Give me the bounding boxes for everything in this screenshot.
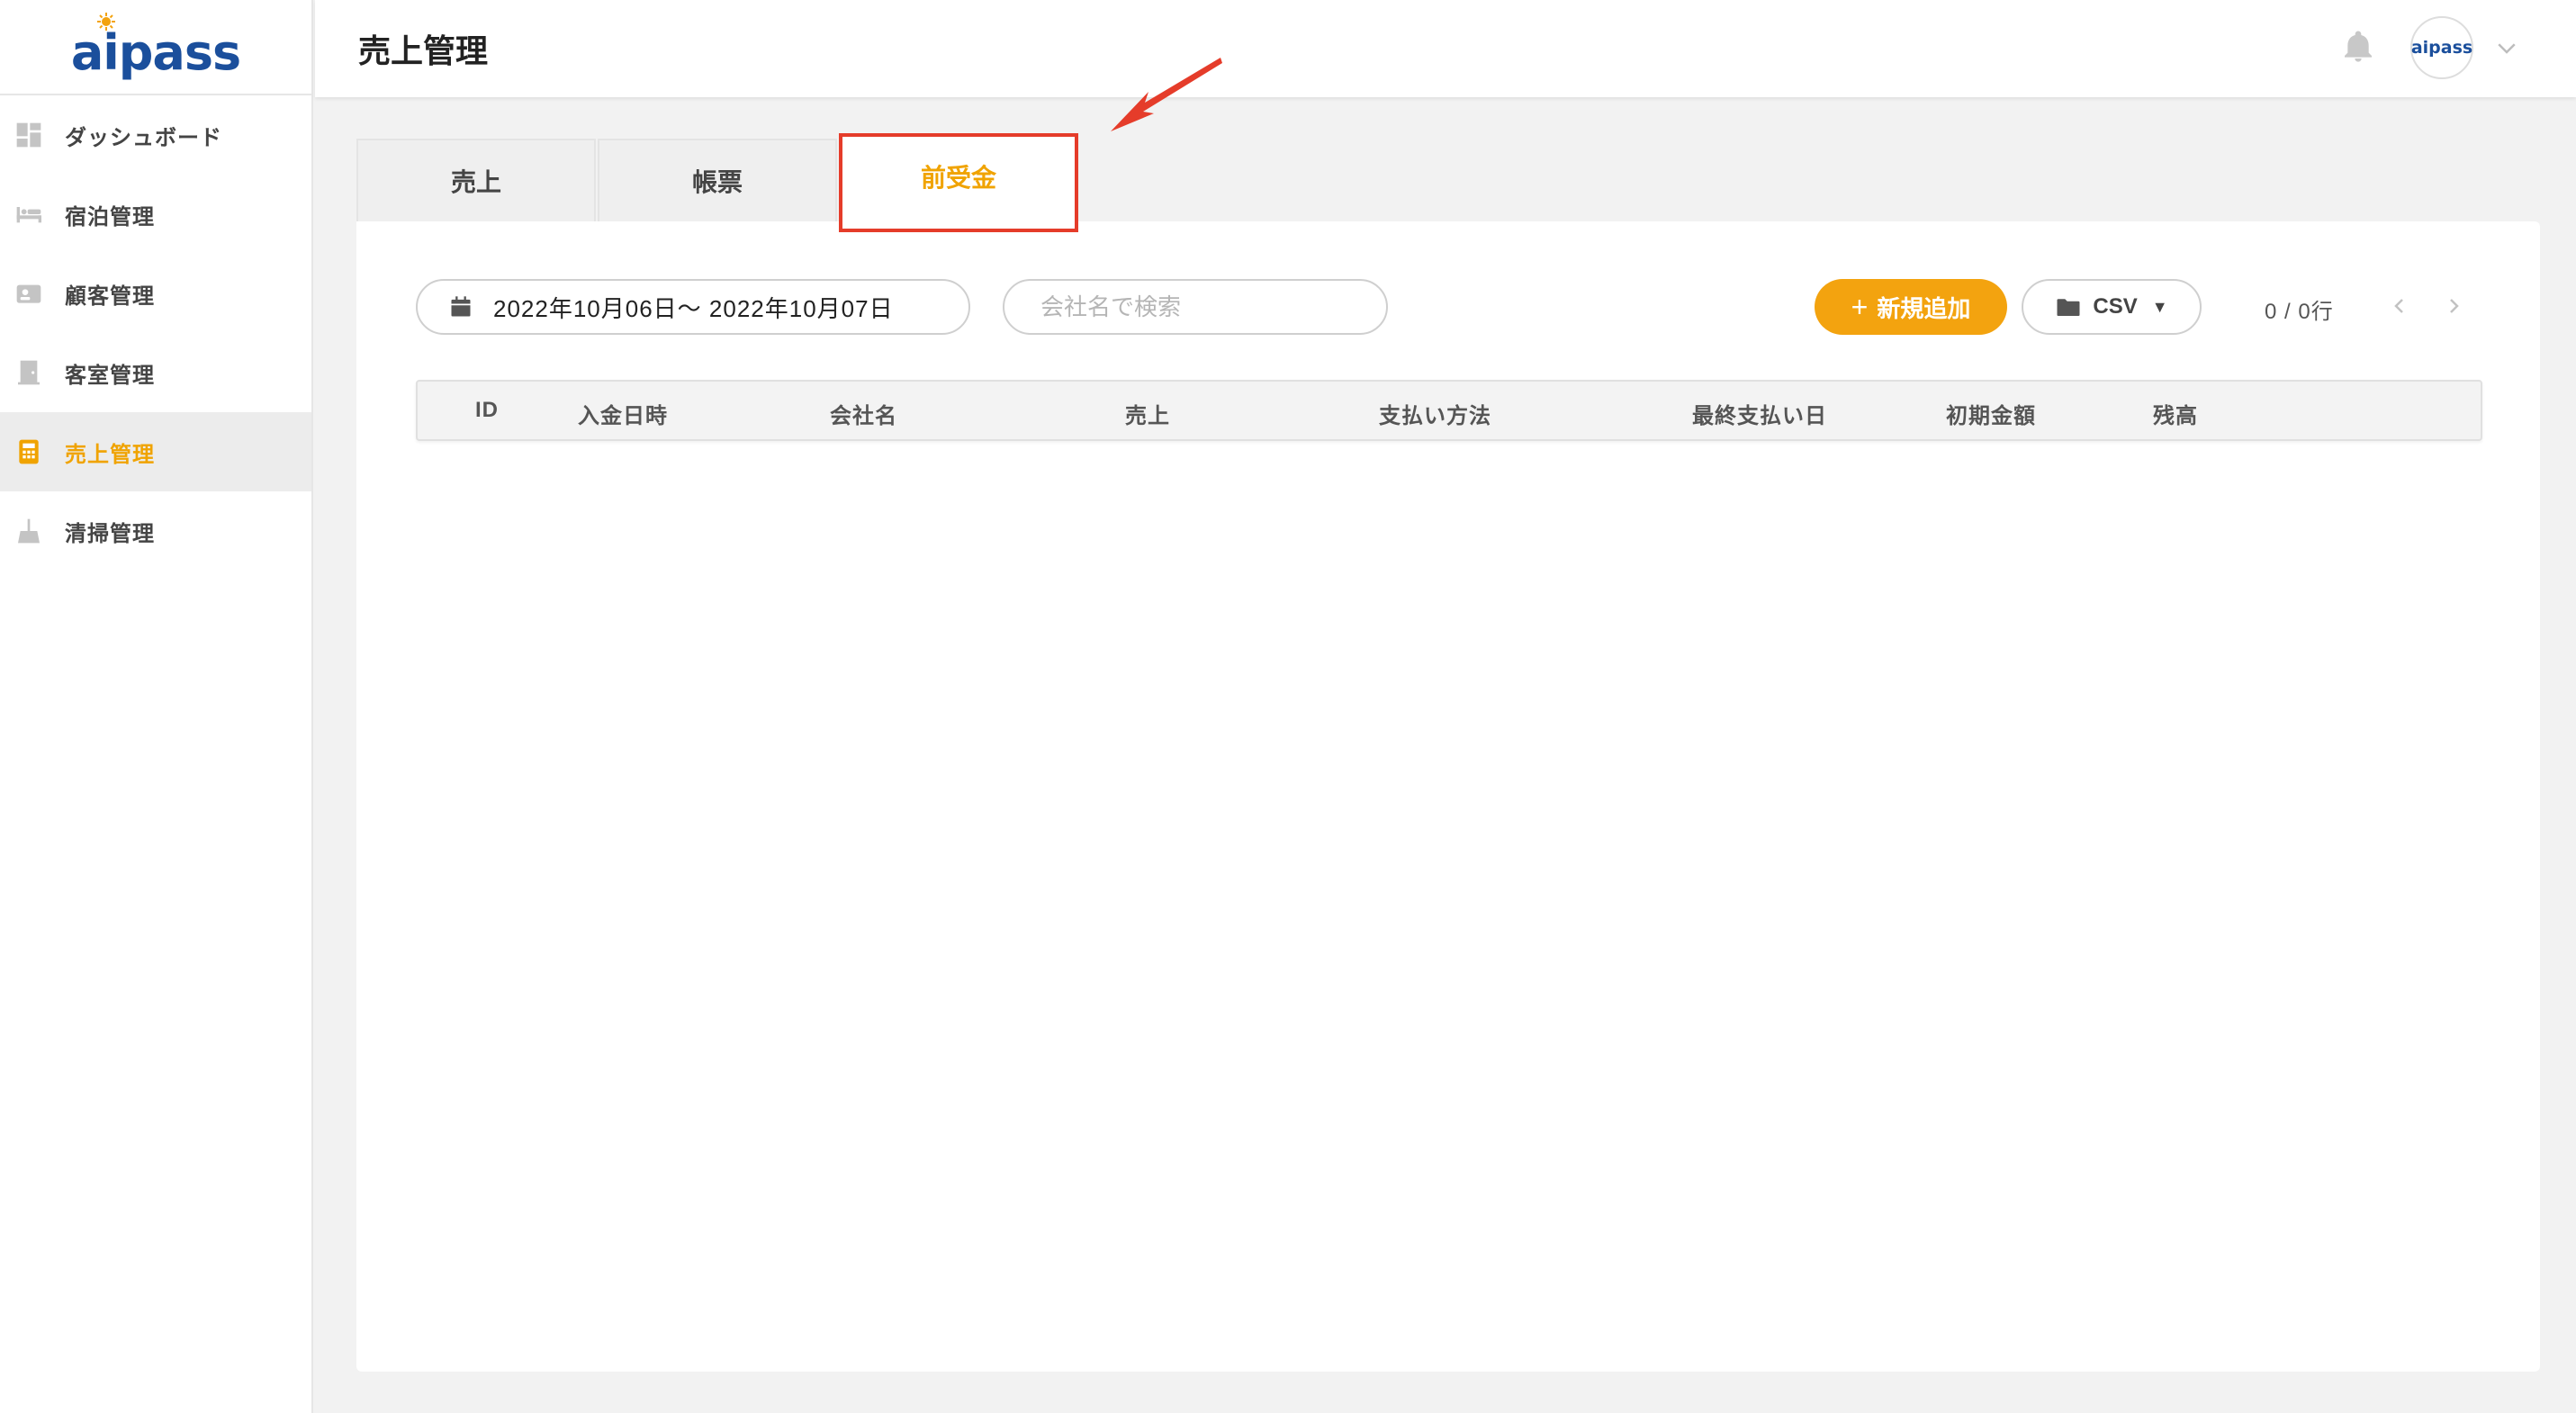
sidebar-item-label: 宿泊管理 bbox=[65, 204, 155, 230]
column-header-company[interactable]: 会社名 bbox=[830, 398, 897, 429]
column-header-last-payment-date[interactable]: 最終支払い日 bbox=[1692, 398, 1827, 429]
logo-text: aipass bbox=[70, 23, 241, 81]
next-page-button[interactable] bbox=[2437, 290, 2470, 322]
sidebar-item-lodging[interactable]: 宿泊管理 bbox=[0, 175, 311, 254]
column-header-id[interactable]: ID bbox=[475, 398, 499, 423]
column-header-initial-amount[interactable]: 初期金額 bbox=[1946, 398, 2036, 429]
content-card: 2022年10月06日～ 2022年10月07日 + 新規追加 CSV ▼ 0 … bbox=[356, 221, 2540, 1372]
caret-down-icon: ▼ bbox=[2151, 297, 2168, 316]
tab-sales[interactable]: 売上 bbox=[356, 139, 596, 221]
sidebar-item-label: 清掃管理 bbox=[65, 521, 155, 546]
row-count: 0 / 0行 bbox=[2265, 300, 2334, 324]
bed-icon bbox=[14, 200, 43, 229]
plus-icon: + bbox=[1851, 290, 1869, 323]
contact-card-icon bbox=[14, 279, 43, 308]
column-header-sales[interactable]: 売上 bbox=[1125, 398, 1170, 429]
annotation-arrow-icon bbox=[1111, 58, 1222, 131]
broom-icon bbox=[14, 517, 43, 545]
sidebar-item-sales[interactable]: 売上管理 bbox=[0, 412, 311, 491]
bell-icon[interactable] bbox=[2340, 29, 2376, 65]
sidebar-item-rooms[interactable]: 客室管理 bbox=[0, 333, 311, 412]
calculator-icon bbox=[14, 437, 43, 466]
column-header-payment-date[interactable]: 入金日時 bbox=[578, 398, 668, 429]
sidebar-item-customers[interactable]: 顧客管理 bbox=[0, 254, 311, 333]
chevron-down-icon[interactable] bbox=[2493, 34, 2520, 61]
chevron-left-icon bbox=[2394, 299, 2403, 313]
add-new-button[interactable]: + 新規追加 bbox=[1815, 279, 2007, 335]
logo[interactable]: aipass bbox=[0, 0, 311, 95]
sidebar-item-label: ダッシュボード bbox=[65, 125, 222, 150]
company-search-input[interactable] bbox=[1003, 279, 1388, 335]
page-title: 売上管理 bbox=[358, 32, 489, 69]
sidebar-nav: ダッシュボード 宿泊管理 顧客管理 客室管理 売上管理 清掃管理 bbox=[0, 95, 311, 571]
column-header-balance[interactable]: 残高 bbox=[2153, 398, 2198, 429]
csv-label: CSV bbox=[2093, 294, 2138, 319]
date-range-picker[interactable]: 2022年10月06日～ 2022年10月07日 bbox=[416, 279, 970, 335]
csv-button[interactable]: CSV ▼ bbox=[2022, 279, 2202, 335]
chevron-right-icon bbox=[2450, 299, 2459, 313]
add-new-label: 新規追加 bbox=[1877, 294, 1971, 322]
previous-page-button[interactable] bbox=[2383, 290, 2416, 322]
door-icon bbox=[14, 358, 43, 387]
advance-payment-table: ID 入金日時 会社名 売上 支払い方法 最終支払い日 初期金額 残高 bbox=[416, 380, 2482, 441]
avatar[interactable]: aipass bbox=[2410, 16, 2473, 79]
sidebar-item-dashboard[interactable]: ダッシュボード bbox=[0, 95, 311, 175]
tab-advance-payment[interactable]: 前受金 bbox=[839, 133, 1078, 232]
sidebar-item-label: 売上管理 bbox=[65, 442, 155, 467]
sidebar-item-label: 顧客管理 bbox=[65, 284, 155, 309]
tab-reports[interactable]: 帳票 bbox=[598, 139, 837, 221]
date-range-text: 2022年10月06日～ 2022年10月07日 bbox=[493, 294, 894, 322]
sidebar-item-cleaning[interactable]: 清掃管理 bbox=[0, 491, 311, 571]
sidebar: aipass ダッシュボード 宿泊管理 顧客管理 客室管理 売上管理 清掃管理 bbox=[0, 0, 313, 1413]
calendar-icon bbox=[451, 296, 471, 317]
folder-icon bbox=[2057, 299, 2080, 316]
column-header-payment-method[interactable]: 支払い方法 bbox=[1379, 398, 1491, 429]
tab-bar: 売上 帳票 前受金 bbox=[356, 133, 1080, 232]
dashboard-icon bbox=[14, 121, 43, 149]
sidebar-item-label: 客室管理 bbox=[65, 363, 155, 388]
top-header: 売上管理 aipass bbox=[315, 0, 2576, 97]
